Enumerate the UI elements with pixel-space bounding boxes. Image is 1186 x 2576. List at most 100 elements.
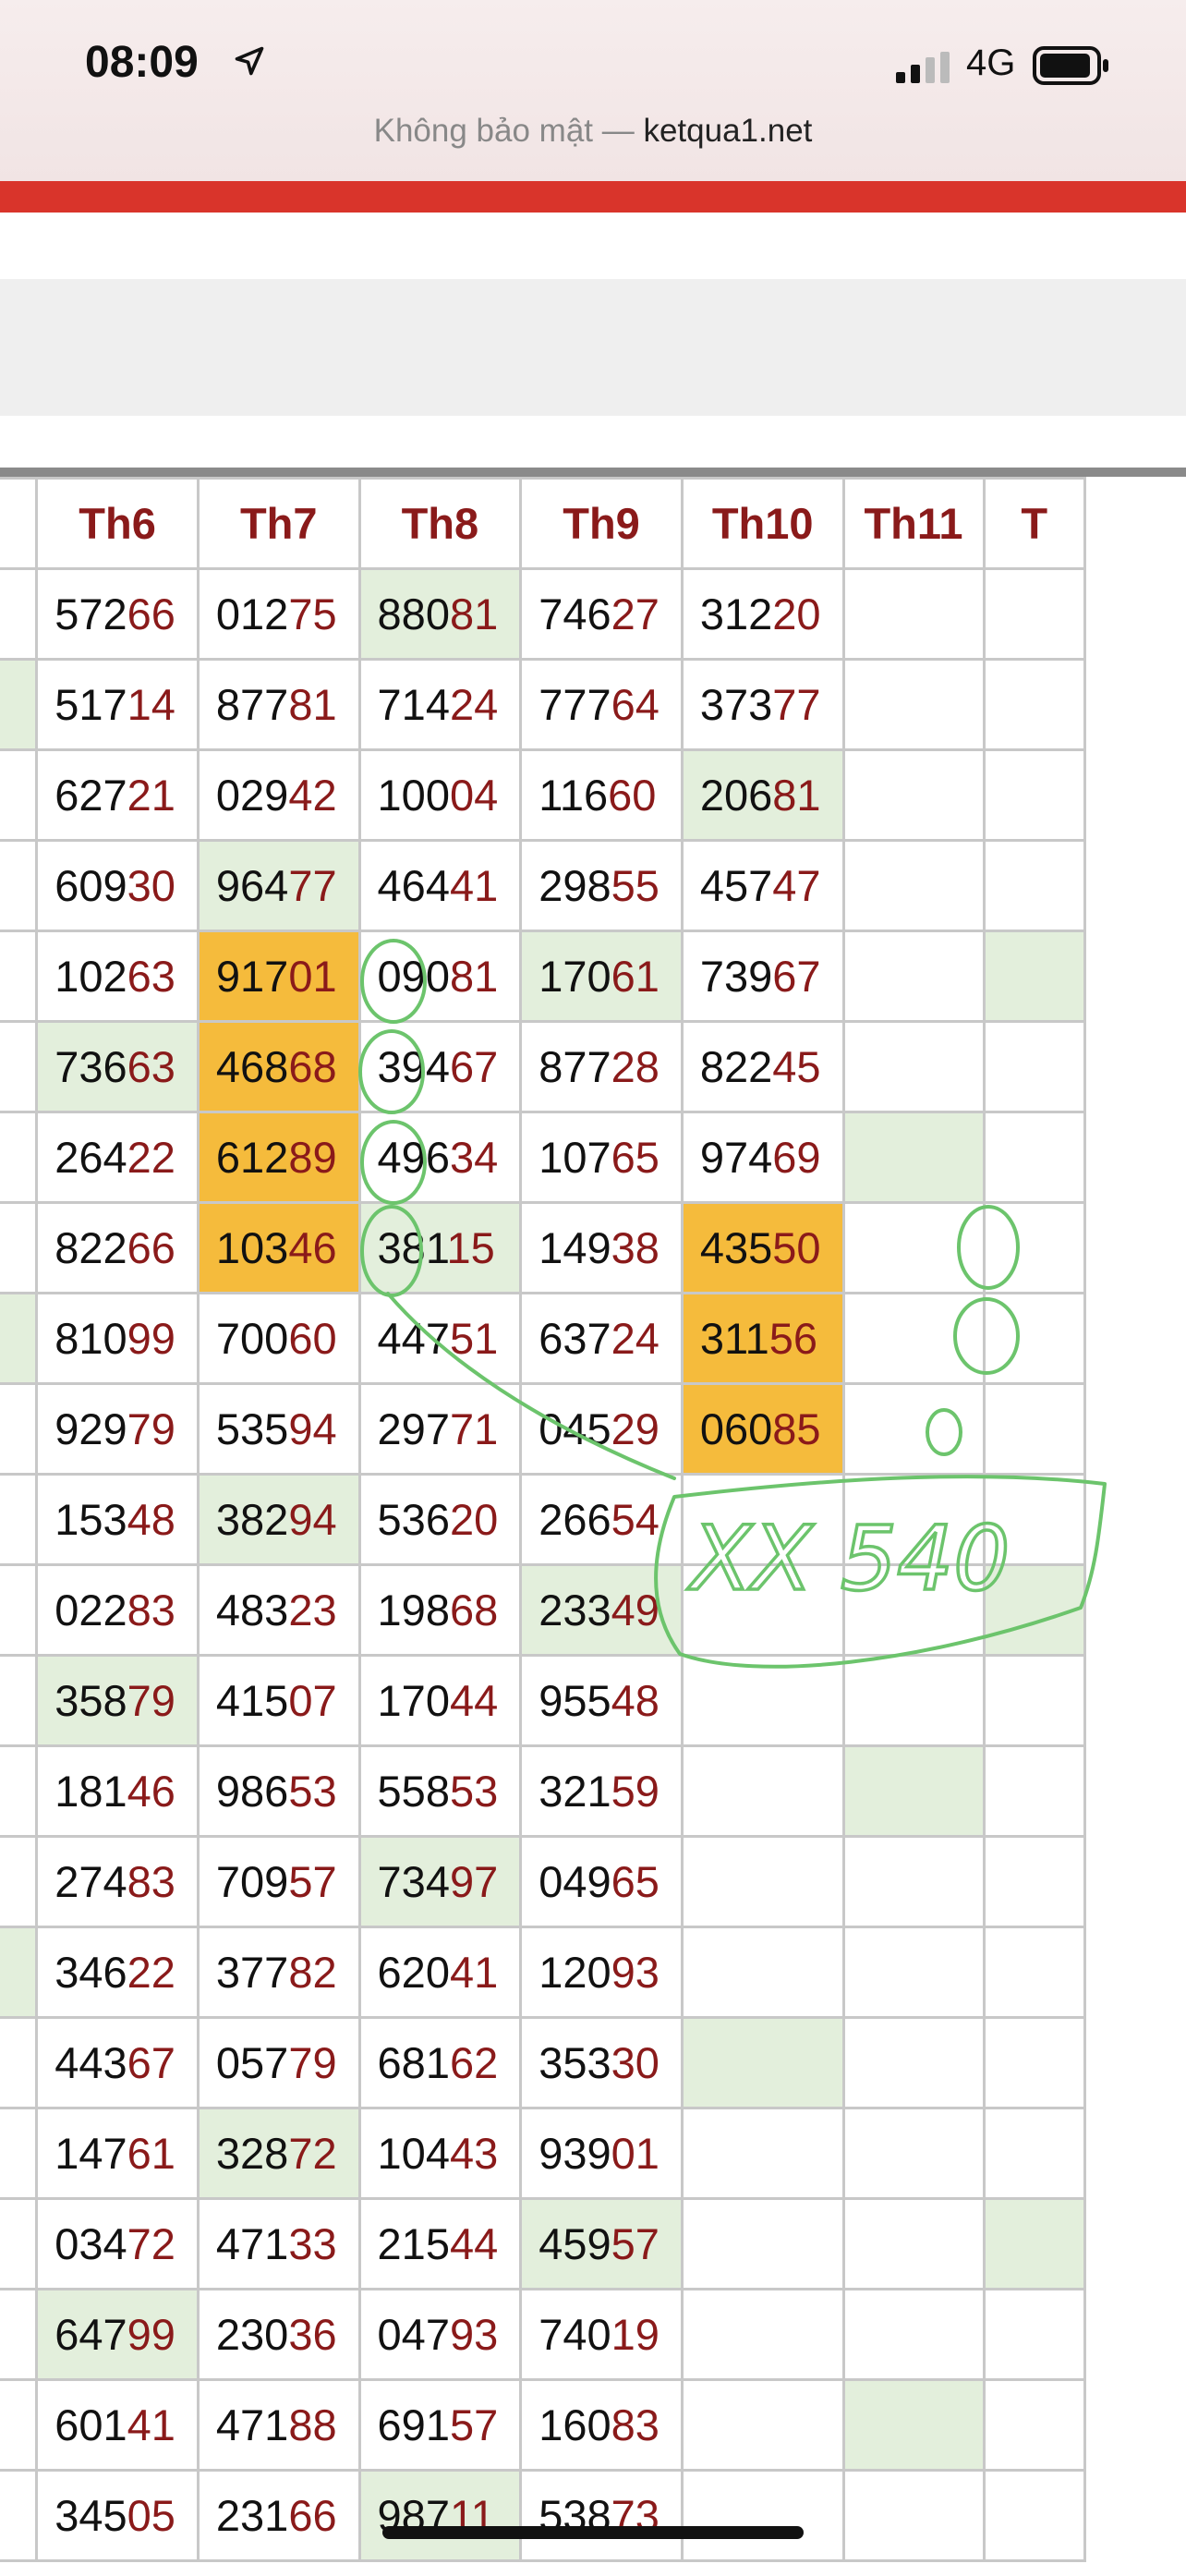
result-cell	[841, 2378, 986, 2472]
table-row: 04718146986535585332159	[0, 1744, 1087, 1838]
number-prefix: 471	[215, 2219, 289, 2268]
number-last-two-digits: 65	[611, 1857, 660, 1906]
ad-placeholder	[0, 279, 1186, 416]
table-row: 06534622377826204112093	[0, 1926, 1087, 2019]
result-cell	[841, 1654, 986, 1747]
number-last-two-digits: 01	[288, 952, 337, 1001]
result-cell	[841, 930, 986, 1023]
number-prefix: 558	[377, 1767, 450, 1816]
result-cell: 04965	[519, 1835, 684, 1928]
result-cell: 19868	[357, 1563, 523, 1657]
number-prefix: 483	[215, 1586, 289, 1634]
number-last-two-digits: 72	[127, 2219, 175, 2268]
number-prefix: 233	[539, 1586, 611, 1634]
number-last-two-digits: 83	[127, 1857, 175, 1906]
number-prefix: 877	[215, 680, 289, 729]
number-prefix: 215	[377, 2219, 450, 2268]
result-cell	[982, 1744, 1087, 1838]
number-last-two-digits: 75	[288, 589, 337, 638]
number-prefix: 120	[539, 1948, 611, 1997]
result-cell	[982, 1201, 1087, 1294]
result-cell: 95548	[519, 1654, 684, 1747]
table-row: 3938226610346381151493843550	[0, 1201, 1087, 1294]
number-prefix: 822	[54, 1223, 127, 1272]
table-row: 5785171487781714247776437377	[0, 658, 1087, 751]
result-cell: 14761	[35, 2107, 200, 2200]
result-cell: 32872	[196, 2107, 361, 2200]
number-last-two-digits: 82	[288, 1948, 337, 1997]
number-prefix: 107	[539, 1133, 611, 1182]
number-prefix: 149	[539, 1223, 611, 1272]
result-cell	[680, 2469, 845, 2562]
result-cell: 73497	[357, 1835, 523, 1928]
result-cell: 31156	[680, 1292, 845, 1385]
result-cell: 31220	[680, 567, 845, 661]
result-cell	[982, 1020, 1087, 1113]
result-cell: 98653	[196, 1744, 361, 1838]
number-last-two-digits: 28	[611, 1042, 660, 1091]
result-cell: 20681	[680, 748, 845, 842]
number-last-two-digits: 46	[288, 1223, 337, 1272]
number-prefix: 535	[215, 1404, 289, 1453]
number-prefix: 230	[215, 2310, 289, 2359]
result-cell: 17044	[357, 1654, 523, 1747]
number-prefix: 104	[377, 2129, 450, 2178]
result-cell: 98711	[357, 2469, 523, 2562]
number-prefix: 700	[215, 1314, 289, 1363]
result-cell	[841, 748, 986, 842]
number-prefix: 740	[539, 2310, 611, 2359]
result-cell: 51714	[35, 658, 200, 751]
result-cell: 71424	[357, 658, 523, 751]
result-cell: 16083	[519, 2378, 684, 2472]
result-cell: 15348	[35, 1473, 200, 1566]
number-last-two-digits: 01	[611, 2129, 660, 2178]
result-cell: 247	[0, 1382, 39, 1476]
number-last-two-digits: 79	[127, 1404, 175, 1453]
address-bar[interactable]: Không bảo mật — ketqua1.net	[0, 113, 1186, 150]
number-last-two-digits: 89	[288, 1133, 337, 1182]
result-cell: 12093	[519, 1926, 684, 2019]
result-cell	[841, 1563, 986, 1657]
result-cell	[841, 1292, 986, 1385]
number-prefix: 691	[377, 2400, 450, 2449]
result-cell: 45957	[519, 2197, 684, 2290]
number-prefix: 496	[377, 1133, 450, 1182]
number-last-two-digits: 14	[127, 680, 175, 729]
number-last-two-digits: 83	[127, 1586, 175, 1634]
number-prefix: 297	[377, 1404, 450, 1453]
result-cell: 45747	[680, 839, 845, 932]
result-cell	[680, 2288, 845, 2381]
number-prefix: 116	[539, 771, 609, 820]
result-cell	[841, 2288, 986, 2381]
number-prefix: 181	[54, 1767, 127, 1816]
result-cell: 359	[0, 1020, 39, 1113]
number-last-two-digits: 41	[449, 1948, 499, 1997]
result-cell: 88081	[357, 567, 523, 661]
results-table-container[interactable]: h5Th6Th7Th8Th9Th10Th11T 3655726601275880…	[0, 468, 1186, 2576]
result-cell	[680, 1654, 845, 1747]
result-cell: 02942	[196, 748, 361, 842]
result-cell: 73967	[680, 930, 845, 1023]
number-prefix: 877	[539, 1042, 611, 1091]
result-cell: 23036	[196, 2288, 361, 2381]
table-row: 55002283483231986823349	[0, 1563, 1087, 1657]
number-prefix: 373	[699, 680, 773, 729]
result-cell	[680, 2016, 845, 2109]
result-cell: 04793	[357, 2288, 523, 2381]
column-header: h5	[0, 477, 39, 570]
clock: 08:09	[85, 38, 199, 87]
result-cell: 369	[0, 1292, 39, 1385]
result-cell	[982, 2197, 1087, 2290]
result-cell: 53620	[357, 1473, 523, 1566]
result-cell: 62721	[35, 748, 200, 842]
home-indicator[interactable]	[382, 2526, 804, 2539]
result-cell: 53873	[519, 2469, 684, 2562]
result-cell	[841, 1835, 986, 1928]
number-prefix: 572	[54, 589, 127, 638]
number-prefix: 153	[54, 1495, 127, 1544]
result-cell: 27483	[35, 1835, 200, 1928]
result-cell: 10263	[35, 930, 200, 1023]
number-prefix: 231	[215, 2491, 289, 2540]
number-last-two-digits: 45	[772, 1042, 821, 1091]
result-cell: 32159	[519, 1744, 684, 1838]
